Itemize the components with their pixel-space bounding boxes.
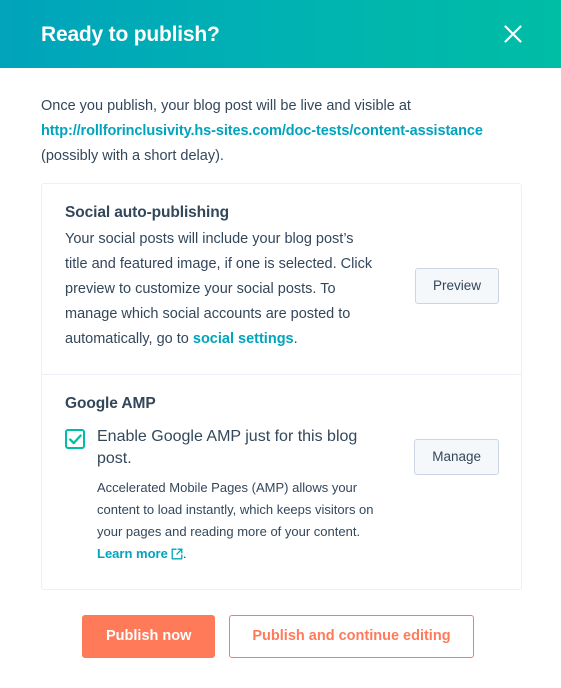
modal-header: Ready to publish? (0, 0, 561, 68)
social-section-heading: Social auto-publishing (65, 204, 229, 221)
publish-and-continue-editing-button[interactable]: Publish and continue editing (229, 614, 474, 658)
preview-button[interactable]: Preview (414, 268, 499, 305)
publish-options-card: Social auto-publishing Your social posts… (41, 183, 522, 590)
enable-amp-checkbox[interactable] (65, 429, 85, 449)
amp-description-before: Accelerated Mobile Pages (AMP) allows yo… (97, 480, 374, 539)
close-icon (502, 23, 524, 45)
publish-now-button[interactable]: Publish now (82, 614, 216, 658)
publish-url-link[interactable]: http://rollforinclusivity.hs-sites.com/d… (41, 123, 483, 139)
social-section-text: Your social posts will include your blog… (65, 227, 379, 352)
intro-paragraph: Once you publish, your blog post will be… (41, 94, 522, 169)
modal-body: Once you publish, your blog post will be… (0, 68, 561, 591)
amp-checkbox-row: Enable Google AMP just for this blog pos… (65, 426, 379, 567)
amp-description: Accelerated Mobile Pages (AMP) allows yo… (97, 477, 379, 567)
publish-modal: Ready to publish? Once you publish, your… (0, 0, 561, 688)
intro-text-after: (possibly with a short delay). (41, 148, 224, 164)
checkmark-icon (68, 433, 82, 445)
learn-more-link[interactable]: Learn more (97, 546, 168, 561)
manage-button[interactable]: Manage (414, 439, 499, 476)
enable-amp-label[interactable]: Enable Google AMP just for this blog pos… (97, 426, 379, 470)
social-settings-link[interactable]: social settings (193, 331, 294, 347)
close-button[interactable] (495, 16, 531, 52)
external-link-icon[interactable] (171, 545, 183, 567)
amp-description-after: . (182, 546, 187, 561)
page-title: Ready to publish? (41, 22, 220, 46)
google-amp-section: Google AMP Enable Google AMP just for th… (42, 374, 521, 589)
social-text-before: Your social posts will include your blog… (65, 231, 373, 347)
modal-footer: Publish now Publish and continue editing (0, 591, 561, 688)
social-text-after: . (293, 331, 298, 347)
social-auto-publishing-section: Social auto-publishing Your social posts… (42, 184, 521, 374)
intro-text-before: Once you publish, your blog post will be… (41, 98, 411, 114)
amp-section-heading: Google AMP (65, 395, 156, 412)
